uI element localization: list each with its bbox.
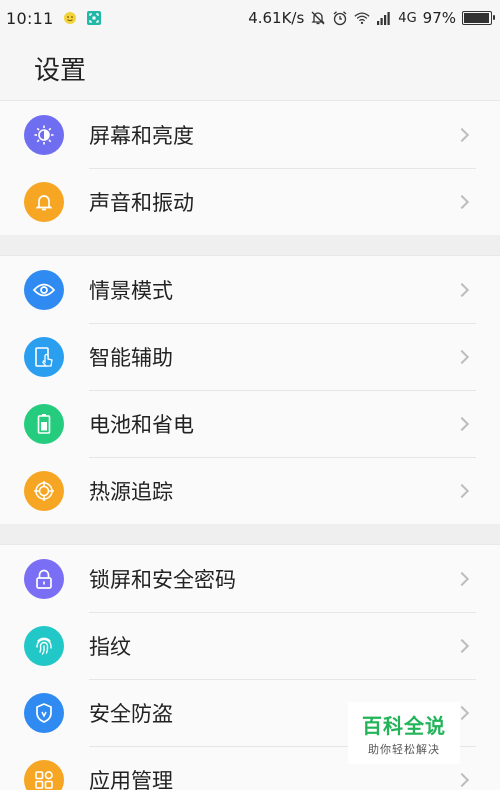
status-time: 10:11 (6, 8, 54, 28)
page-title: 设置 (34, 55, 87, 86)
notification-emoji-icon (62, 10, 78, 26)
settings-item-label: 智能辅助 (89, 345, 173, 370)
settings-item-label: 锁屏和安全密码 (89, 567, 236, 592)
settings-item-battery-power[interactable]: 电池和省电 (0, 390, 500, 457)
apps-grid-icon (24, 759, 64, 790)
settings-item-label: 电池和省电 (89, 412, 194, 437)
settings-item-fingerprint[interactable]: 指纹 (0, 612, 500, 679)
battery-status-icon (462, 11, 495, 25)
network-type: 4G (398, 10, 417, 26)
settings-item-lockscreen-password[interactable]: 锁屏和安全密码 (0, 545, 500, 612)
lock-icon (24, 558, 64, 599)
battery-icon (24, 403, 64, 444)
screenshot-scan-icon (86, 10, 102, 26)
wifi-icon (354, 10, 370, 26)
group-separator (0, 524, 500, 544)
eye-icon (24, 269, 64, 310)
shield-icon (24, 692, 64, 733)
settings-item-label: 应用管理 (89, 768, 173, 790)
watermark-logo: 百科全说 助你轻松解决 (348, 702, 460, 764)
signal-bars-icon (376, 10, 392, 26)
brightness-icon (24, 114, 64, 155)
settings-item-label: 屏幕和亮度 (89, 123, 194, 148)
settings-item-label: 指纹 (89, 634, 131, 659)
phone-touch-icon (24, 336, 64, 377)
fingerprint-icon (24, 625, 64, 666)
settings-item-smart-assist[interactable]: 智能辅助 (0, 323, 500, 390)
network-speed: 4.61K/s (248, 9, 305, 27)
alarm-clock-icon (332, 10, 348, 26)
settings-screen: 10:11 4.61K/s 4G 97% 设置 屏幕和亮度 声音和振动 情景模式… (0, 0, 500, 790)
mute-bell-icon (310, 10, 326, 26)
title-bar: 设置 (0, 36, 500, 100)
settings-item-label: 情景模式 (89, 278, 173, 303)
settings-item-sound-vibration[interactable]: 声音和振动 (0, 168, 500, 235)
settings-item-label: 热源追踪 (89, 479, 173, 504)
watermark-title: 百科全说 (362, 713, 446, 738)
settings-group-modes: 情景模式 智能辅助 电池和省电 热源追踪 (0, 255, 500, 524)
bell-icon (24, 181, 64, 222)
settings-item-label: 声音和振动 (89, 190, 194, 215)
target-icon (24, 470, 64, 511)
settings-item-heat-tracking[interactable]: 热源追踪 (0, 457, 500, 524)
watermark-subtitle: 助你轻松解决 (368, 742, 440, 756)
battery-fill (464, 13, 490, 23)
settings-item-scene-mode[interactable]: 情景模式 (0, 256, 500, 323)
group-separator (0, 235, 500, 255)
settings-item-display-brightness[interactable]: 屏幕和亮度 (0, 101, 500, 168)
battery-percent: 97% (422, 9, 456, 27)
settings-group-display-sound: 屏幕和亮度 声音和振动 (0, 100, 500, 235)
status-bar: 10:11 4.61K/s 4G 97% (0, 0, 500, 36)
